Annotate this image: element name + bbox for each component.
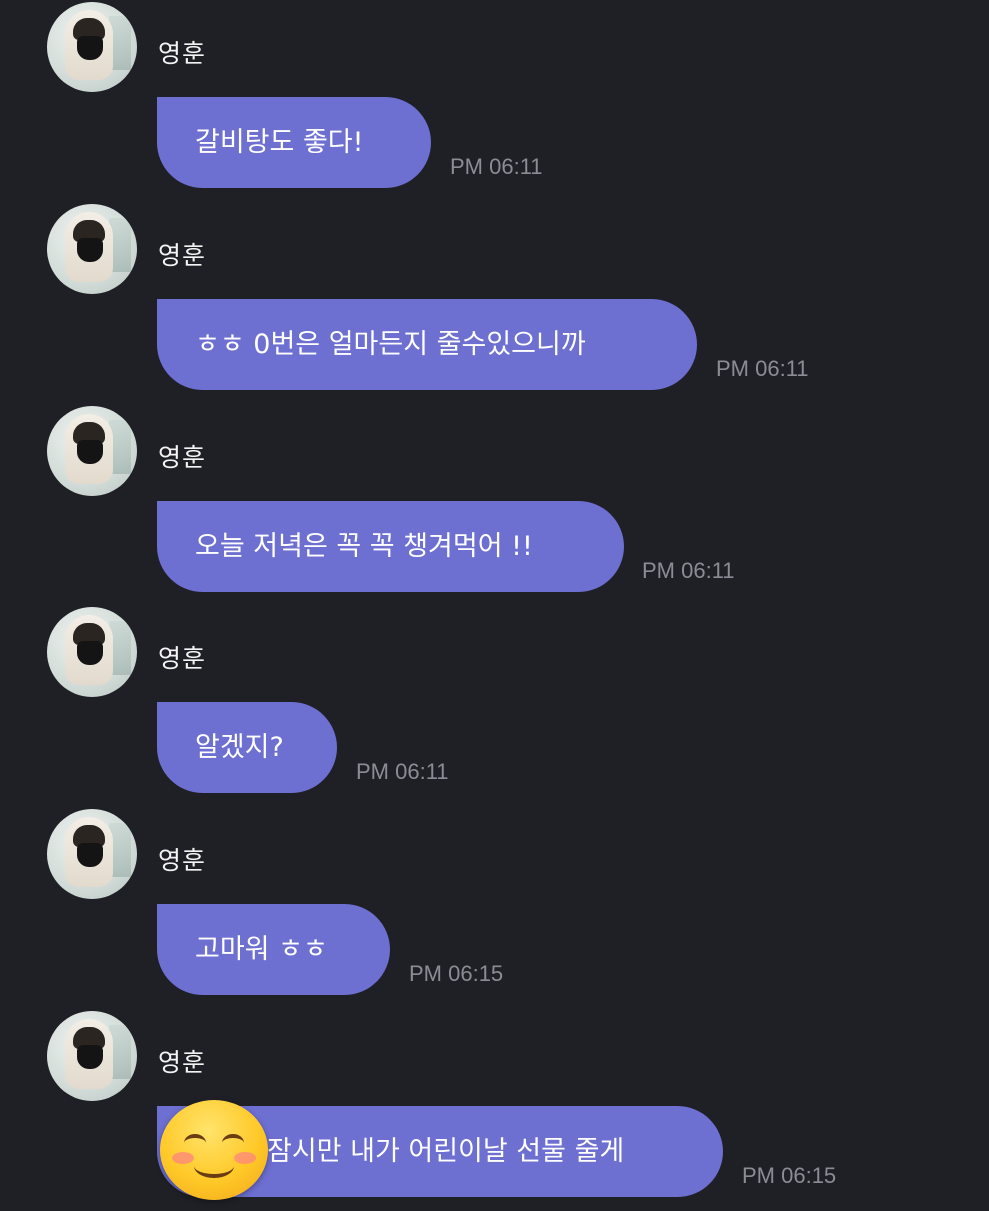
message-row: 영훈 ㅎㅎ 0번은 얼마든지 줄수있으니까 PM 06:11 bbox=[0, 204, 989, 404]
sender-name: 영훈 bbox=[158, 241, 207, 270]
sender-name: 영훈 bbox=[158, 39, 207, 68]
message-bubble[interactable]: 알겠지? bbox=[157, 702, 337, 793]
message-time: PM 06:11 bbox=[450, 154, 543, 179]
message-time: PM 06:15 bbox=[742, 1163, 837, 1188]
message-row: 영훈 알겠지? PM 06:11 bbox=[0, 607, 989, 807]
sender-name: 영훈 bbox=[158, 846, 207, 875]
message-bubble[interactable]: 갈비탕도 좋다! bbox=[157, 97, 431, 188]
message-row: 영훈 잠시만 내가 어린이날 선물 줄게 PM 06:15 bbox=[0, 1011, 989, 1211]
message-bubble[interactable]: ㅎㅎ 0번은 얼마든지 줄수있으니까 bbox=[157, 299, 697, 390]
message-row: 영훈 고마워 ㅎㅎ PM 06:15 bbox=[0, 809, 989, 1009]
smiling-face-emoji-icon bbox=[160, 1100, 268, 1200]
avatar[interactable] bbox=[47, 2, 137, 92]
avatar[interactable] bbox=[47, 1011, 137, 1101]
message-bubble[interactable]: 오늘 저녁은 꼭 꼭 챙겨먹어 !! bbox=[157, 501, 624, 592]
message-row: 영훈 갈비탕도 좋다! PM 06:11 bbox=[0, 2, 989, 202]
avatar[interactable] bbox=[47, 607, 137, 697]
message-time: PM 06:11 bbox=[642, 558, 735, 583]
message-time: PM 06:15 bbox=[409, 961, 504, 986]
message-row: 영훈 오늘 저녁은 꼭 꼭 챙겨먹어 !! PM 06:11 bbox=[0, 406, 989, 606]
sender-name: 영훈 bbox=[158, 644, 207, 673]
avatar[interactable] bbox=[47, 406, 137, 496]
message-time: PM 06:11 bbox=[356, 759, 449, 784]
message-bubble[interactable]: 고마워 ㅎㅎ bbox=[157, 904, 390, 995]
sender-name: 영훈 bbox=[158, 1048, 207, 1077]
avatar[interactable] bbox=[47, 809, 137, 899]
avatar[interactable] bbox=[47, 204, 137, 294]
message-time: PM 06:11 bbox=[716, 356, 809, 381]
sender-name: 영훈 bbox=[158, 443, 207, 472]
